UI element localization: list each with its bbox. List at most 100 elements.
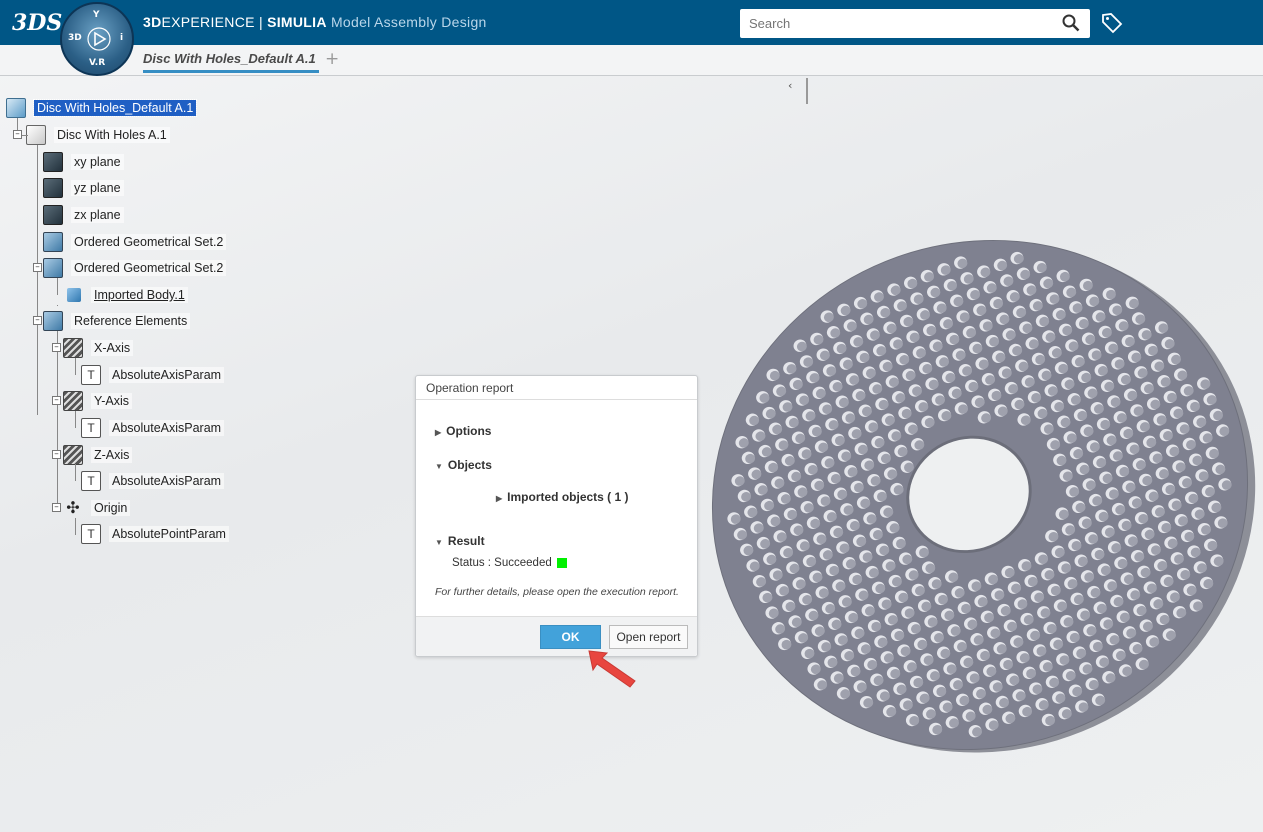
tree-connector bbox=[75, 518, 76, 535]
annotation-arrow-icon bbox=[588, 650, 636, 688]
tree-item[interactable]: xy plane bbox=[43, 151, 124, 173]
tree-item-label: Reference Elements bbox=[71, 313, 191, 329]
tree-item-label: Imported Body.1 bbox=[91, 287, 188, 303]
tree-connector bbox=[75, 411, 76, 428]
options-label: Options bbox=[446, 424, 492, 438]
play-icon bbox=[87, 27, 111, 51]
tree-item-label: Disc With Holes A.1 bbox=[54, 127, 170, 143]
compass-widget[interactable]: Y 3D i V.R bbox=[60, 2, 134, 76]
disc-body bbox=[711, 239, 1256, 753]
tree-connector bbox=[57, 278, 58, 295]
tree-item-label: Y-Axis bbox=[91, 393, 132, 409]
compass-top: Y bbox=[93, 10, 100, 20]
result-label: Result bbox=[447, 534, 485, 548]
tree-item-label: xy plane bbox=[71, 154, 124, 170]
options-section[interactable]: ▶ Options bbox=[435, 424, 491, 438]
app-title: 3DEXPERIENCE | SIMULIA Model Assembly De… bbox=[143, 14, 487, 30]
tree-connector bbox=[75, 464, 76, 481]
tab-bar: Disc With Holes_Default A.1 + bbox=[0, 45, 1263, 76]
tree-item[interactable]: X-Axis bbox=[63, 337, 134, 359]
geometrical-set-icon bbox=[43, 258, 63, 278]
expand-down-icon: ▼ bbox=[435, 462, 443, 471]
dialog-title: Operation report bbox=[416, 376, 697, 400]
disc-with-holes-3d-model[interactable] bbox=[690, 230, 1263, 760]
app-name: Model Assembly Design bbox=[330, 14, 487, 30]
parameter-icon: T bbox=[81, 524, 101, 544]
plane-icon bbox=[43, 205, 63, 225]
tree-item[interactable]: Disc With Holes A.1 bbox=[26, 124, 170, 146]
tree-item[interactable]: T AbsoluteAxisParam bbox=[81, 417, 225, 439]
tree-item-label: AbsoluteAxisParam bbox=[109, 420, 225, 436]
tree-item-label: zx plane bbox=[71, 207, 124, 223]
tree-item-label: Ordered Geometrical Set.2 bbox=[71, 234, 227, 250]
compass-right: i bbox=[120, 33, 124, 43]
collapse-node-toggle[interactable]: – bbox=[33, 316, 42, 325]
collapse-node-toggle[interactable]: – bbox=[52, 343, 61, 352]
tree-connector bbox=[37, 145, 38, 415]
tree-item[interactable]: zx plane bbox=[43, 204, 124, 226]
status-text: Status : Succeeded bbox=[452, 557, 552, 569]
product-name: SIMULIA bbox=[267, 14, 327, 30]
tree-item-label: Disc With Holes_Default A.1 bbox=[32, 99, 198, 117]
collapse-node-toggle[interactable]: – bbox=[13, 130, 22, 139]
dialog-footer: OK Open report bbox=[416, 616, 697, 656]
status-indicator bbox=[556, 558, 567, 568]
body-icon bbox=[67, 288, 81, 302]
tree-item[interactable]: T AbsoluteAxisParam bbox=[81, 470, 225, 492]
result-section[interactable]: ▼ Result bbox=[435, 534, 485, 548]
collapse-node-toggle[interactable]: – bbox=[52, 396, 61, 405]
add-tab-button[interactable]: + bbox=[325, 49, 339, 69]
imported-objects-label: Imported objects ( 1 ) bbox=[507, 490, 629, 504]
collapse-node-toggle[interactable]: – bbox=[33, 263, 42, 272]
details-note: For further details, please open the exe… bbox=[435, 586, 679, 598]
compass-bottom: V.R bbox=[89, 58, 106, 68]
top-bar: 3DS 3DEXPERIENCE | SIMULIA Model Assembl… bbox=[0, 0, 1263, 45]
tree-item[interactable]: Ordered Geometrical Set.2 bbox=[43, 231, 227, 253]
tree-item[interactable]: Y-Axis bbox=[63, 390, 132, 412]
tree-item-label: AbsolutePointParam bbox=[109, 526, 229, 542]
search-icon[interactable] bbox=[1062, 14, 1080, 32]
operation-report-dialog: Operation report ▶ Options ▼ Objects ▶ Impo… bbox=[415, 375, 698, 657]
geometrical-set-icon bbox=[43, 311, 63, 331]
tree-item[interactable]: Reference Elements bbox=[43, 310, 191, 332]
imported-objects-item[interactable]: ▶ Imported objects ( 1 ) bbox=[496, 490, 629, 504]
compass-left: 3D bbox=[68, 33, 82, 43]
tree-item-label: AbsoluteAxisParam bbox=[109, 367, 225, 383]
tree-item[interactable]: Imported Body.1 bbox=[63, 284, 188, 306]
origin-icon: ✣ bbox=[66, 500, 80, 517]
tree-item[interactable]: ✣ Origin bbox=[63, 497, 131, 519]
tree-item[interactable]: T AbsoluteAxisParam bbox=[81, 364, 225, 386]
brand-bold: 3D bbox=[143, 14, 162, 30]
tab-disc-with-holes[interactable]: Disc With Holes_Default A.1 bbox=[143, 51, 319, 73]
tree-item[interactable]: Ordered Geometrical Set.2 bbox=[43, 257, 227, 279]
tree-item-label: AbsoluteAxisParam bbox=[109, 473, 225, 489]
tree-item-label: X-Axis bbox=[91, 340, 134, 356]
tree-item[interactable]: T AbsolutePointParam bbox=[81, 523, 229, 545]
collapse-node-toggle[interactable]: – bbox=[52, 503, 61, 512]
expand-right-icon: ▶ bbox=[435, 428, 442, 437]
plane-icon bbox=[43, 178, 63, 198]
parameter-icon: T bbox=[81, 418, 101, 438]
tag-icon[interactable] bbox=[1100, 11, 1124, 35]
tree-connector bbox=[75, 358, 76, 375]
status-line: Status : Succeeded bbox=[452, 557, 567, 569]
collapse-node-toggle[interactable]: – bbox=[52, 450, 61, 459]
objects-section[interactable]: ▼ Objects bbox=[435, 458, 492, 472]
objects-label: Objects bbox=[447, 458, 492, 472]
tree-connector bbox=[57, 331, 58, 508]
axis-icon bbox=[63, 391, 83, 411]
tree-item[interactable]: Disc With Holes_Default A.1 bbox=[6, 97, 198, 119]
collapse-panel-button[interactable]: ‹ bbox=[788, 79, 792, 92]
axis-icon bbox=[63, 445, 83, 465]
expand-right-icon: ▶ bbox=[496, 494, 503, 503]
parameter-icon: T bbox=[81, 471, 101, 491]
dassault-logo[interactable]: 3DS bbox=[12, 10, 62, 36]
tree-item[interactable]: Z-Axis bbox=[63, 444, 133, 466]
panel-splitter[interactable] bbox=[806, 78, 808, 104]
expand-down-icon: ▼ bbox=[435, 538, 443, 547]
tree-item[interactable]: yz plane bbox=[43, 177, 124, 199]
brand: EXPERIENCE bbox=[161, 14, 255, 30]
tree-item-label: Origin bbox=[91, 500, 131, 516]
product-icon bbox=[6, 98, 26, 118]
search-input[interactable] bbox=[740, 9, 1090, 38]
